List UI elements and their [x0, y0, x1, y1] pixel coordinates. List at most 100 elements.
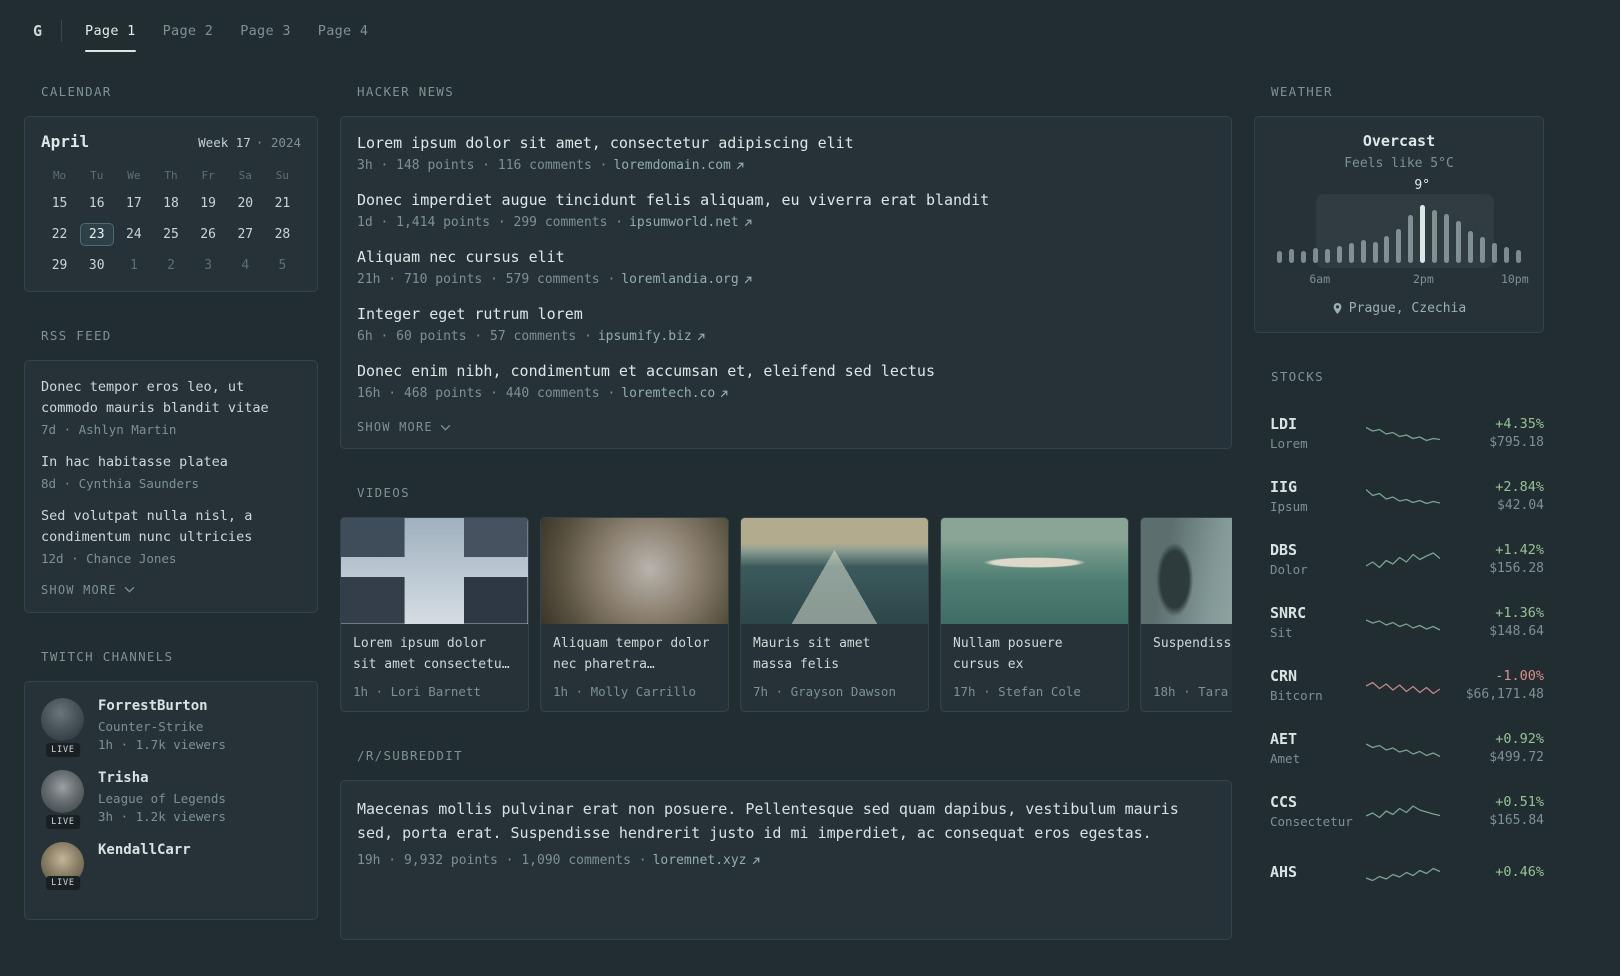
tab-page-2[interactable]: Page 2 [163, 0, 214, 62]
stock-row[interactable]: IIG Ipsum +2.84% $42.04 [1254, 464, 1544, 527]
video-card[interactable]: Suspendisse diam 18h · Tara [1140, 517, 1232, 712]
hn-story-source-link[interactable]: loremtech.co [621, 386, 729, 401]
calendar-day: 2 [167, 258, 175, 273]
stock-row[interactable]: DBS Dolor +1.42% $156.28 [1254, 527, 1544, 590]
twitch-channel-name[interactable]: KendallCarr [98, 842, 191, 858]
video-card[interactable]: Lorem ipsum dolor sit amet consectetu… 1… [340, 517, 529, 712]
stock-row[interactable]: SNRC Sit +1.36% $148.64 [1254, 590, 1544, 653]
stock-symbol: AHS [1270, 863, 1298, 881]
hn-story: Lorem ipsum dolor sit amet, consectetur … [357, 133, 1215, 173]
twitch-channel-name[interactable]: Trisha [98, 770, 226, 786]
rss-show-more-button[interactable]: SHOW MORE [41, 583, 135, 597]
rss-item[interactable]: Donec tempor eros leo, ut commodo mauris… [41, 377, 301, 437]
stock-row[interactable]: AHS +0.46% [1254, 842, 1544, 905]
section-title-rss: RSS FEED [41, 328, 112, 343]
video-title[interactable]: Lorem ipsum dolor sit amet consectetu… [341, 624, 528, 676]
twitch-channel-row[interactable]: LIVE Trisha League of Legends 3h · 1.2k … [41, 769, 301, 829]
stock-symbol: DBS [1270, 540, 1298, 559]
external-link-icon [697, 333, 705, 340]
subreddit-card: Maecenas mollis pulvinar erat non posuer… [340, 780, 1232, 940]
rss-item-title[interactable]: In hac habitasse platea [41, 452, 301, 473]
stock-name: Amet [1270, 750, 1301, 766]
tab-page-1[interactable]: Page 1 [85, 0, 136, 62]
calendar-week-label: Week 17 [198, 135, 251, 150]
hn-story-title[interactable]: Aliquam nec cursus elit [357, 247, 1215, 268]
section-title-videos: VIDEOS [357, 485, 410, 500]
twitch-channel-meta: 3h · 1.2k viewers [98, 808, 226, 824]
hn-story: Integer eget rutrum lorem 6h · 60 points… [357, 304, 1215, 344]
twitch-channel-row[interactable]: LIVE KendallCarr [41, 841, 301, 890]
stock-id: DBS Dolor [1270, 541, 1366, 577]
video-title[interactable]: Nullam posuere cursus ex [941, 624, 1128, 676]
weather-hour-bar [1312, 248, 1318, 263]
video-thumbnail [941, 518, 1128, 624]
hn-story: Aliquam nec cursus elit 21h · 710 points… [357, 247, 1215, 287]
rss-item[interactable]: In hac habitasse platea 8d · Cynthia Sau… [41, 452, 301, 491]
stock-row[interactable]: CRN Bitcorn -1.00% $66,171.48 [1254, 653, 1544, 716]
stock-sparkline [1366, 867, 1440, 881]
stocks-list: LDI Lorem +4.35% $795.18 IIG Ipsum +2.84… [1254, 401, 1544, 905]
calendar-day: 1 [129, 258, 138, 273]
weather-widget: WEATHER Overcast Feels like 5°C 9° 6am 2p… [1254, 84, 1544, 333]
section-title-weather: WEATHER [1271, 84, 1333, 99]
stock-values: +0.51% $165.84 [1440, 794, 1544, 828]
tab-page-3[interactable]: Page 3 [240, 0, 291, 62]
stock-id: SNRC Sit [1270, 604, 1366, 640]
hn-show-more-button[interactable]: SHOW MORE [357, 420, 451, 434]
hn-story-source-link[interactable]: ipsumworld.net [629, 215, 753, 230]
subreddit-widget: /R/SUBREDDIT Maecenas mollis pulvinar er… [340, 748, 1232, 940]
subreddit-post-text[interactable]: Maecenas mollis pulvinar erat non posuer… [357, 797, 1215, 845]
calendar-day: 20 [237, 196, 254, 211]
weather-hour-bar [1444, 214, 1450, 263]
live-badge: LIVE [46, 814, 80, 829]
stock-values: +4.35% $795.18 [1440, 416, 1544, 450]
stock-row[interactable]: CCS Consectetur +0.51% $165.84 [1254, 779, 1544, 842]
hn-story-title[interactable]: Donec imperdiet augue tincidunt felis al… [357, 190, 1215, 211]
weather-hour-bar [1468, 231, 1473, 263]
stock-symbol: SNRC [1270, 603, 1307, 622]
calendar-day: 22 [51, 227, 68, 242]
section-title-subreddit: /R/SUBREDDIT [357, 748, 463, 763]
video-title[interactable]: Aliquam tempor dolor nec pharetra… [541, 624, 728, 676]
video-thumbnail [341, 518, 528, 624]
tab-page-4[interactable]: Page 4 [318, 0, 369, 62]
live-badge: LIVE [46, 742, 80, 757]
twitch-channel-name[interactable]: ForrestBurton [98, 698, 226, 714]
rss-item-title[interactable]: Donec tempor eros leo, ut commodo mauris… [41, 377, 301, 419]
rss-card: Donec tempor eros leo, ut commodo mauris… [24, 360, 318, 613]
hn-story-meta: 21h · 710 points · 579 comments · loreml… [357, 272, 1215, 287]
show-more-label: SHOW MORE [357, 420, 433, 434]
rss-item[interactable]: Sed volutpat nulla nisl, a condimentum n… [41, 506, 301, 566]
video-card[interactable]: Nullam posuere cursus ex 17h · Stefan Co… [940, 517, 1129, 712]
stock-row[interactable]: LDI Lorem +4.35% $795.18 [1254, 401, 1544, 464]
calendar-day: 25 [163, 227, 179, 242]
nav-divider [61, 20, 63, 42]
video-meta: 1h · Lori Barnett [353, 684, 481, 699]
hn-story-title[interactable]: Integer eget rutrum lorem [357, 304, 1215, 325]
weather-card: Overcast Feels like 5°C 9° 6am 2pm 10pm Pr… [1254, 116, 1544, 333]
hn-story-source-link[interactable]: loremlandia.org [621, 272, 752, 287]
stock-sparkline [1366, 618, 1440, 631]
weekday-label: Tu [90, 169, 104, 182]
subreddit-source-link[interactable]: loremnet.xyz [653, 853, 761, 868]
stock-price: $42.04 [1497, 497, 1544, 513]
app-logo[interactable]: G [33, 22, 42, 40]
video-title[interactable]: Mauris sit amet massa felis [741, 624, 928, 676]
hn-story-title[interactable]: Lorem ipsum dolor sit amet, consectetur … [357, 133, 1215, 154]
video-card[interactable]: Aliquam tempor dolor nec pharetra… 1h · … [540, 517, 729, 712]
weekday-label: We [127, 169, 141, 182]
chevron-down-icon [440, 424, 451, 431]
twitch-channel-row[interactable]: LIVE ForrestBurton Counter-Strike 1h · 1… [41, 697, 301, 757]
stock-row[interactable]: AET Amet +0.92% $499.72 [1254, 716, 1544, 779]
calendar-week-year: Week 17 · 2024 [198, 135, 301, 150]
calendar-day: 3 [204, 258, 213, 273]
weather-bars [1277, 203, 1521, 263]
dashboard-grid: CALENDAR April Week 17 · 2024 Mo Tu We Th Fr S… [24, 84, 1544, 976]
calendar-day: 26 [200, 227, 216, 242]
hn-story-title[interactable]: Donec enim nibh, condimentum et accumsan… [357, 361, 1215, 382]
video-card[interactable]: Mauris sit amet massa felis 7h · Grayson… [740, 517, 929, 712]
rss-item-title[interactable]: Sed volutpat nulla nisl, a condimentum n… [41, 506, 301, 548]
video-title[interactable]: Suspendisse diam [1141, 624, 1232, 676]
hn-story-source-link[interactable]: loremdomain.com [613, 158, 744, 173]
hn-story-source-link[interactable]: ipsumify.biz [598, 329, 706, 344]
